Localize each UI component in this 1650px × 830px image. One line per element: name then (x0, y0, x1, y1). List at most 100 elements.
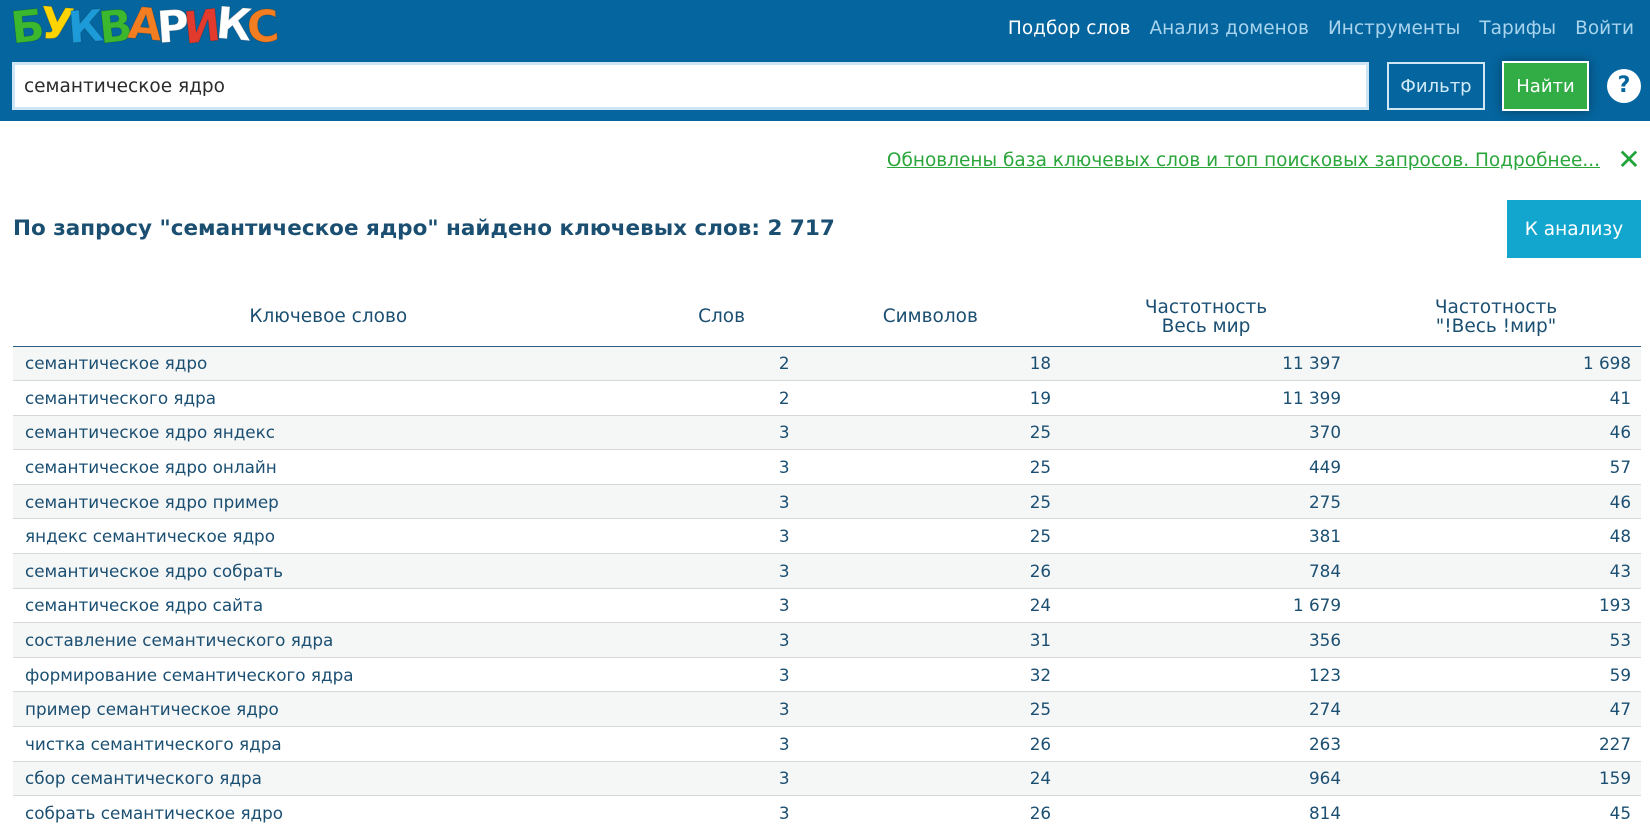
column-header-chars[interactable]: Символов (799, 288, 1062, 347)
chars-count-cell: 26 (799, 553, 1062, 589)
column-header-words[interactable]: Слов (643, 288, 800, 347)
logo-letter: А (125, 0, 160, 52)
frequency-cell: 370 (1061, 415, 1352, 451)
table-row: семантическое ядро сайта 3 24 1 679 193 (13, 588, 1641, 624)
words-count-cell: 3 (643, 761, 800, 797)
keyword-cell[interactable]: формирование семантического ядра (13, 657, 644, 693)
table-header-row: Ключевое слово Слов Символов Частотность… (13, 288, 1641, 347)
keyword-cell[interactable]: составление семантического ядра (13, 622, 644, 658)
table-row: чистка семантического ядра 3 26 263 227 (13, 726, 1641, 762)
table-row: пример семантическое ядро 3 25 274 47 (13, 691, 1641, 728)
column-header-frequency-line1: Частотность (1144, 296, 1268, 318)
frequency-cell: 356 (1061, 622, 1352, 658)
logo-letter: К (214, 0, 250, 52)
keyword-cell[interactable]: семантическое ядро собрать (13, 553, 644, 589)
keyword-cell[interactable]: семантическое ядро сайта (13, 588, 644, 624)
keyword-cell[interactable]: семантического ядра (13, 380, 644, 416)
nav-item-login[interactable]: Войти (1575, 17, 1634, 41)
nav-item-domain-analysis[interactable]: Анализ доменов (1150, 17, 1309, 41)
bukvarix-logo[interactable]: БУКВАРИКС (8, 0, 277, 55)
keyword-cell[interactable]: сбор семантического ядра (13, 761, 644, 797)
keyword-cell[interactable]: семантическое ядро онлайн (13, 449, 644, 485)
main-nav: Подбор слов Анализ доменов Инструменты Т… (1008, 17, 1634, 41)
column-header-frequency-line2: Весь мир (1161, 315, 1251, 337)
exact-frequency-cell: 57 (1351, 449, 1641, 485)
words-count-cell: 2 (643, 380, 800, 416)
logo-letter: К (66, 0, 102, 55)
table-row: семантическое ядро онлайн 3 25 449 57 (13, 449, 1641, 485)
column-header-exact-frequency-line1: Частотность (1434, 296, 1558, 318)
chars-count-cell: 26 (799, 795, 1062, 830)
words-count-cell: 3 (643, 795, 800, 830)
frequency-cell: 449 (1061, 449, 1352, 485)
filter-button[interactable]: Фильтр (1387, 62, 1485, 110)
find-button[interactable]: Найти (1502, 61, 1589, 111)
exact-frequency-cell: 46 (1351, 415, 1641, 451)
chars-count-cell: 18 (799, 346, 1062, 382)
column-header-exact-frequency[interactable]: Частотность "!Весь !мир" (1351, 288, 1641, 347)
words-count-cell: 3 (643, 518, 800, 555)
exact-frequency-cell: 1 698 (1351, 346, 1641, 382)
exact-frequency-cell: 41 (1351, 380, 1641, 416)
words-count-cell: 3 (643, 726, 800, 762)
frequency-cell: 784 (1061, 553, 1352, 589)
chars-count-cell: 25 (799, 415, 1062, 451)
keyword-cell[interactable]: собрать семантическое ядро (13, 795, 644, 830)
words-count-cell: 3 (643, 415, 800, 451)
keyword-cell[interactable]: яндекс семантическое ядро (13, 518, 644, 555)
table-row: собрать семантическое ядро 3 26 814 45 (13, 795, 1641, 830)
to-analysis-button[interactable]: К анализу (1507, 200, 1641, 258)
frequency-cell: 1 679 (1061, 588, 1352, 624)
nav-item-keyword-selection[interactable]: Подбор слов (1008, 17, 1131, 41)
help-icon[interactable]: ? (1607, 69, 1641, 103)
chars-count-cell: 25 (799, 484, 1062, 520)
frequency-cell: 11 397 (1061, 346, 1352, 382)
keywords-table: Ключевое слово Слов Символов Частотность… (13, 288, 1641, 830)
chars-count-cell: 24 (799, 588, 1062, 624)
chars-count-cell: 25 (799, 518, 1062, 555)
keyword-cell[interactable]: семантическое ядро пример (13, 484, 644, 520)
chars-count-cell: 25 (799, 691, 1062, 728)
frequency-cell: 123 (1061, 657, 1352, 693)
words-count-cell: 3 (643, 622, 800, 658)
column-header-frequency[interactable]: Частотность Весь мир (1061, 288, 1352, 347)
words-count-cell: 3 (643, 484, 800, 520)
exact-frequency-cell: 45 (1351, 795, 1641, 830)
column-header-exact-frequency-line2: "!Весь !мир" (1435, 315, 1557, 337)
frequency-cell: 11 399 (1061, 380, 1352, 416)
keyword-cell[interactable]: семантическое ядро (13, 346, 644, 382)
table-row: семантического ядра 2 19 11 399 41 (13, 380, 1641, 416)
column-header-chars-label: Символов (882, 306, 978, 328)
exact-frequency-cell: 43 (1351, 553, 1641, 589)
results-count-title: По запросу "семантическое ядро" найдено … (13, 216, 835, 241)
keyword-cell[interactable]: чистка семантического ядра (13, 726, 644, 762)
close-icon[interactable]: ✕ (1617, 146, 1641, 174)
nav-item-tools[interactable]: Инструменты (1328, 17, 1460, 41)
table-row: семантическое ядро пример 3 25 275 46 (13, 484, 1641, 520)
chars-count-cell: 19 (799, 380, 1062, 416)
table-row: составление семантического ядра 3 31 356 53 (13, 622, 1641, 658)
search-input[interactable] (12, 62, 1369, 110)
frequency-cell: 263 (1061, 726, 1352, 762)
keyword-cell[interactable]: семантическое ядро яндекс (13, 415, 644, 451)
words-count-cell: 2 (643, 346, 800, 382)
exact-frequency-cell: 159 (1351, 761, 1641, 797)
table-row: семантическое ядро 2 18 11 397 1 698 (13, 346, 1641, 382)
chars-count-cell: 26 (799, 726, 1062, 762)
frequency-cell: 964 (1061, 761, 1352, 797)
top-header: БУКВАРИКС Подбор слов Анализ доменов Инс… (0, 0, 1650, 121)
exact-frequency-cell: 47 (1351, 691, 1641, 728)
nav-item-pricing[interactable]: Тарифы (1479, 17, 1556, 41)
exact-frequency-cell: 46 (1351, 484, 1641, 520)
keyword-cell[interactable]: пример семантическое ядро (13, 691, 644, 728)
frequency-cell: 275 (1061, 484, 1352, 520)
frequency-cell: 381 (1061, 518, 1352, 555)
column-header-keyword[interactable]: Ключевое слово (13, 288, 644, 347)
update-notice-link[interactable]: Обновлены база ключевых слов и топ поиск… (887, 150, 1600, 171)
words-count-cell: 3 (643, 449, 800, 485)
exact-frequency-cell: 59 (1351, 657, 1641, 693)
words-count-cell: 3 (643, 657, 800, 693)
words-count-cell: 3 (643, 691, 800, 728)
logo-letter: Б (8, 0, 43, 55)
table-row: формирование семантического ядра 3 32 123 59 (13, 657, 1641, 693)
